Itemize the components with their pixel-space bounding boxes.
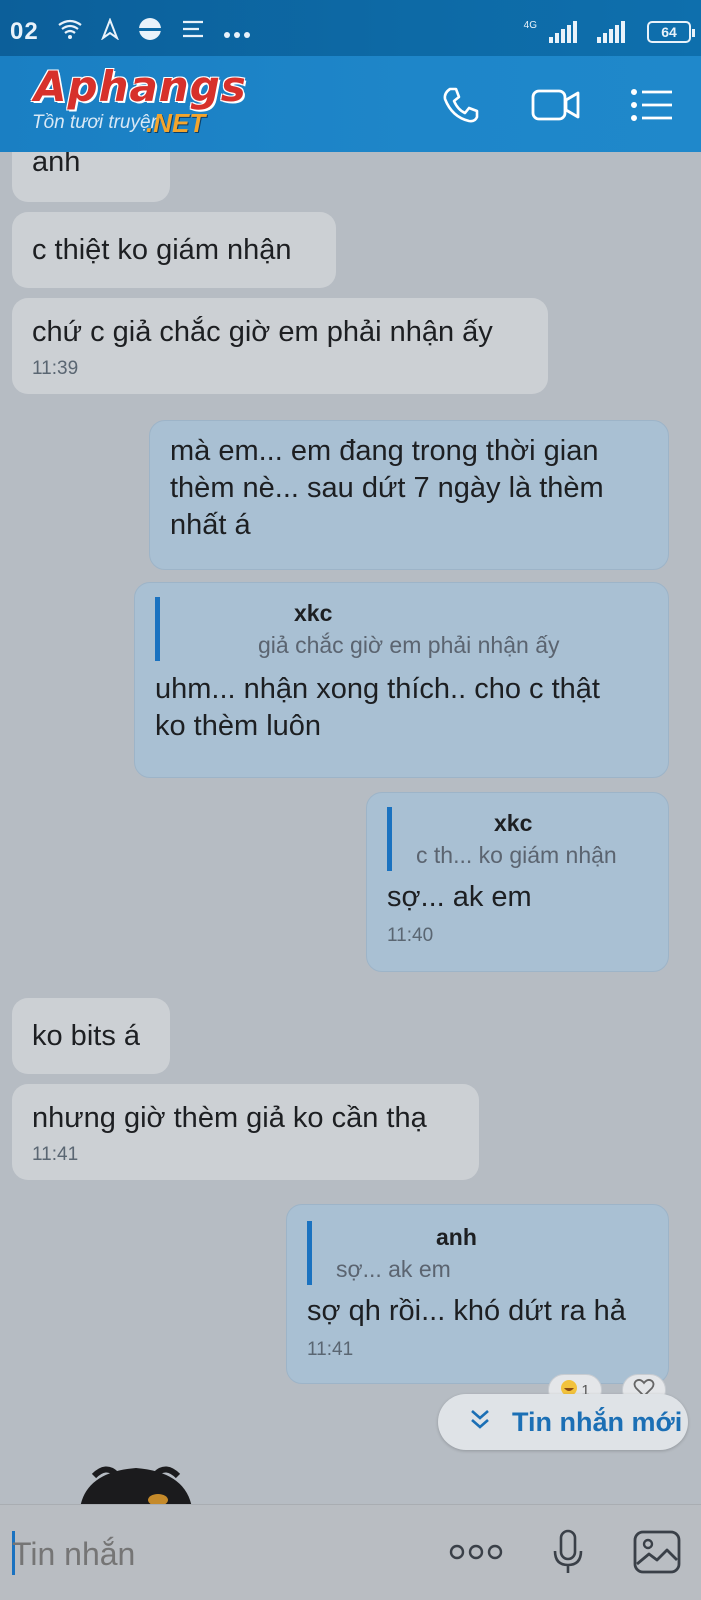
message-incoming[interactable]: ko bits á: [12, 998, 170, 1074]
status-time: 02: [10, 18, 39, 45]
more-dots-icon: [449, 1544, 503, 1565]
list-menu-icon: [630, 88, 674, 127]
message-text: sợ qh rồi... khó dứt ra hả: [307, 1295, 626, 1327]
message-text-line: mà em... em đang trong thời gian: [170, 435, 599, 467]
navigation-icon: [100, 16, 119, 47]
message-outgoing[interactable]: anh sợ... ak em sợ qh rồi... khó dứt ra …: [286, 1204, 669, 1384]
message-time: 11:39: [32, 358, 79, 379]
message-text: nhưng giờ thèm giả ko cần thạ: [32, 1102, 427, 1134]
call-button[interactable]: [437, 84, 483, 130]
message-outgoing[interactable]: xkc giả chắc giờ em phải nhận ấy uhm... …: [134, 582, 669, 778]
message-text-line: ko thèm luôn: [155, 710, 322, 742]
message-incoming[interactable]: chứ c giả chắc giờ em phải nhận ấy 11:39: [12, 298, 548, 394]
data-saver-icon: [137, 16, 163, 49]
message-time: 11:40: [387, 925, 434, 946]
message-time: 11:41: [32, 1144, 79, 1165]
quoted-sender: xkc: [494, 810, 533, 836]
message-text-line: uhm... nhận xong thích.. cho c thật: [155, 673, 600, 705]
message-text: chứ c giả chắc giờ em phải nhận ấy: [32, 316, 493, 348]
video-call-button[interactable]: [530, 84, 582, 130]
image-picker-button[interactable]: [633, 1530, 681, 1579]
watermark-logo: Aphangs Tồn tươi truyện .NET: [30, 62, 260, 142]
composer-bar: [0, 1504, 701, 1600]
video-camera-icon: [530, 87, 582, 128]
quoted-text: sợ... ak em: [336, 1256, 451, 1282]
new-messages-label: Tin nhắn mới: [512, 1406, 683, 1437]
network-type: 4G: [523, 20, 537, 31]
message-text: anh: [32, 152, 81, 178]
watermark-sub: Tồn tươi truyện: [32, 112, 162, 133]
new-messages-button[interactable]: Tin nhắn mới: [438, 1394, 688, 1450]
message-input[interactable]: [12, 1531, 432, 1577]
image-icon: [633, 1530, 681, 1578]
message-incoming[interactable]: c thiệt ko giám nhận: [12, 212, 336, 288]
microphone-icon: [551, 1529, 585, 1579]
signal-1-icon: [549, 21, 577, 43]
message-text-line: nhất á: [170, 509, 251, 541]
message-text: ko bits á: [32, 1020, 140, 1052]
sticker-icon: [76, 1458, 196, 1504]
quoted-message[interactable]: xkc c th... ko giám nhận: [387, 807, 648, 871]
chat-header: Aphangs Tồn tươi truyện .NET: [0, 56, 701, 152]
phone-icon: [440, 85, 480, 130]
chat-thread[interactable]: anh c thiệt ko giám nhận chứ c giả chắc …: [0, 152, 701, 1504]
message-time: 11:41: [307, 1339, 354, 1360]
more-options-button[interactable]: [449, 1543, 503, 1566]
signal-2-icon: [597, 21, 625, 43]
status-bar: 02 4G 64: [0, 0, 701, 64]
quoted-text: c th... ko giám nhận: [416, 842, 617, 868]
message-incoming[interactable]: nhưng giờ thèm giả ko cần thạ 11:41: [12, 1084, 479, 1180]
voice-button[interactable]: [551, 1529, 585, 1580]
quoted-message[interactable]: xkc giả chắc giờ em phải nhận ấy: [155, 597, 648, 661]
more-notifications-icon: [223, 18, 251, 46]
message-text: sợ... ak em: [387, 881, 532, 913]
quoted-message[interactable]: anh sợ... ak em: [307, 1221, 648, 1285]
double-chevron-down-icon: [468, 1407, 492, 1438]
menu-button[interactable]: [629, 84, 675, 130]
quoted-sender: anh: [436, 1224, 477, 1250]
watermark-net: .NET: [146, 108, 206, 138]
message-outgoing[interactable]: xkc c th... ko giám nhận sợ... ak em 11:…: [366, 792, 669, 972]
message-text: c thiệt ko giám nhận: [32, 234, 292, 266]
quoted-text: giả chắc giờ em phải nhận ấy: [258, 632, 560, 658]
watermark-main: Aphangs: [34, 62, 247, 111]
quoted-sender: xkc: [294, 600, 333, 626]
message-outgoing[interactable]: mà em... em đang trong thời gian thèm nè…: [149, 420, 669, 570]
message-incoming[interactable]: anh: [12, 152, 170, 202]
message-text-line: thèm nè... sau dứt 7 ngày là thèm: [170, 472, 604, 504]
list-lines-icon: [181, 18, 205, 46]
wifi-icon: [57, 18, 83, 47]
battery-indicator: 64: [647, 21, 695, 43]
